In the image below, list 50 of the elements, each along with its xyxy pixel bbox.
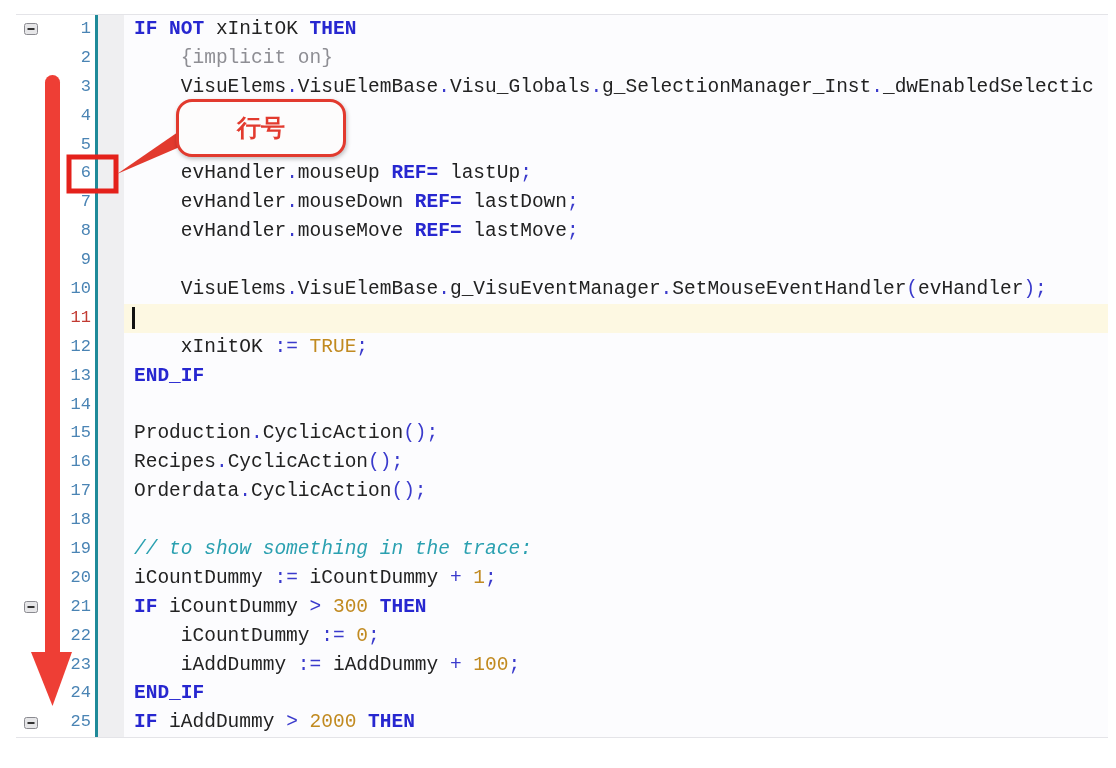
line-number: 3 [79,75,92,98]
line-number: 6 [79,162,92,185]
code-line: iCountDummy := iCountDummy + 1; [134,565,497,591]
text-cursor [132,307,135,330]
code-line: Orderdata.CyclicAction(); [134,479,427,505]
line-number: 16 [69,451,92,474]
code-line: Production.CyclicAction(); [134,421,439,447]
highlight-frame [66,154,119,194]
line-number: 21 [69,595,92,618]
code-line: evHandler.mouseMove REF= lastMove; [179,219,579,245]
code-line: {implicit on} [179,45,333,71]
line-number: 7 [79,191,92,214]
line-number: 11 [69,306,92,329]
code-line: iAddDummy := iAddDummy + 100; [179,652,521,678]
line-number: 24 [69,682,92,705]
line-number: 4 [79,104,92,127]
line-number: 17 [69,480,92,503]
line-number: 19 [69,538,92,561]
code-line: IF iCountDummy > 300 THEN [134,594,427,620]
code-comment: // to show something in the trace: [134,537,532,563]
code-line: evHandler.mouseUp REF= lastUp; [179,161,532,187]
line-number: 2 [79,46,92,69]
code-line: iCountDummy := 0; [179,623,380,649]
line-number: 13 [69,364,92,387]
line-number: 5 [79,133,92,156]
code-line: END_IF [134,681,205,707]
collapse-icon[interactable] [24,601,38,614]
collapse-icon[interactable] [24,716,38,729]
code-line: evHandler.mouseDown REF= lastDown; [179,190,579,216]
code-line: IF NOT xInitOK THEN [134,17,357,42]
line-number: 20 [69,566,92,589]
code-line: END_IF [134,363,205,389]
line-number: 9 [79,249,92,272]
line-number: 1 [79,18,92,40]
code-line: Recipes.CyclicAction(); [134,450,404,476]
line-number: 23 [69,653,92,676]
line-number: 15 [69,422,92,445]
line-number: 12 [69,335,92,358]
callout-label: 行号 [176,99,346,157]
line-number: 18 [69,509,92,532]
line-number: 25 [69,711,92,734]
code-line: xInitOK := TRUE; [179,334,369,360]
code-line: IF iAddDummy > 2000 THEN [134,710,415,736]
line-number: 10 [69,278,92,300]
line-number: 22 [69,624,92,647]
line-number: 8 [79,220,92,243]
collapse-icon[interactable] [24,23,38,36]
code-line: VisuElems.VisuElemBase.Visu_Globals.g_SelectionManager_Inst._dwEnabledSelectic [179,74,1094,100]
line-number: 14 [69,393,92,416]
code-line: VisuElems.VisuElemBase.g_VisuEventManager.SetMouseEventHandler(evHandler); [179,277,1047,302]
